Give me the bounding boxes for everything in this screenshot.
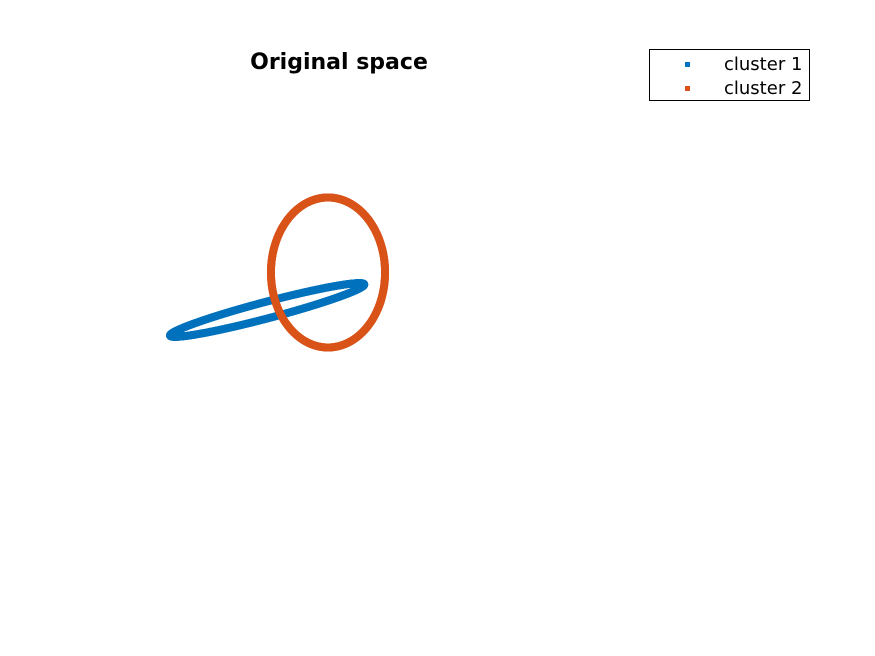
data-point [324, 193, 333, 202]
chart-title: Original space [250, 50, 428, 75]
figure: Original space cluster 1 cluster 2 [0, 0, 875, 656]
legend-label-cluster-1: cluster 1 [724, 54, 803, 75]
legend-marker-cluster-1 [685, 62, 690, 67]
series-1-points [166, 279, 369, 341]
legend-label-cluster-2: cluster 2 [724, 78, 803, 99]
legend-marker-cluster-2 [685, 86, 690, 91]
legend: cluster 1 cluster 2 [649, 49, 810, 101]
legend-entry-cluster-2: cluster 2 [650, 77, 809, 101]
legend-entry-cluster-1: cluster 1 [650, 53, 809, 77]
data-point [360, 280, 369, 289]
series-2-points [266, 193, 390, 352]
